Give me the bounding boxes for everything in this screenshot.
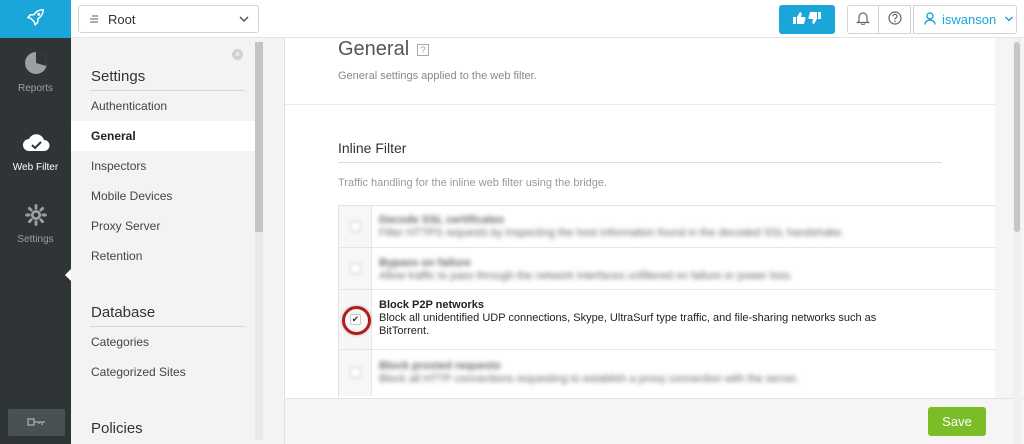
nav-section-title: Database (91, 304, 156, 321)
nav-item-authentication[interactable]: Authentication (71, 91, 255, 121)
top-bar: Root iswanson (71, 0, 1024, 38)
settings-card: General ? General settings applied to th… (285, 38, 995, 398)
options-table: Decode SSL certificates Filter HTTPS req… (338, 205, 995, 398)
option-description: Block all HTTP connections requesting to… (379, 373, 799, 385)
main-content: General ? General settings applied to th… (285, 38, 1024, 444)
nav-section-title: Settings (91, 68, 146, 85)
option-checkbox[interactable] (350, 367, 361, 378)
divider (285, 104, 995, 105)
option-row-bypass-on-failure: Bypass on failure Allow traffic to pass … (339, 248, 995, 290)
username: iswanson (942, 12, 997, 27)
highlight-circle (342, 306, 371, 335)
nav-scrollbar[interactable] (255, 42, 263, 440)
section-title: Inline Filter (338, 140, 407, 156)
close-icon[interactable]: × (232, 49, 243, 60)
footer-bar: Save (285, 398, 1024, 444)
nav-item-mobile-devices[interactable]: Mobile Devices (71, 181, 255, 211)
rail-item-web-filter[interactable]: Web Filter (0, 118, 72, 282)
option-description: Block all unidentified UDP connections, … (379, 312, 877, 337)
option-title: Decode SSL certificates (379, 214, 505, 226)
nav-item-general[interactable]: General (71, 121, 255, 151)
scrollbar-thumb[interactable] (1014, 42, 1020, 232)
chevron-down-icon (1004, 12, 1014, 27)
notifications-button[interactable] (847, 5, 879, 34)
gear-icon (24, 203, 47, 229)
option-title: Block P2P networks (379, 299, 484, 311)
pie-chart-icon (24, 51, 48, 78)
collapse-button[interactable] (8, 409, 65, 436)
page-subtitle: General settings applied to the web filt… (338, 70, 537, 82)
nav-item-proxy-server[interactable]: Proxy Server (71, 211, 255, 241)
rail-item-label: Reports (17, 82, 53, 94)
user-icon (924, 11, 936, 28)
nav-item-categorized-sites[interactable]: Categorized Sites (71, 357, 255, 387)
nav-item-categories[interactable]: Categories (71, 327, 255, 357)
app-logo[interactable] (0, 0, 71, 38)
help-button[interactable] (879, 5, 911, 34)
option-text: Block P2P networks Block all unidentifie… (379, 299, 899, 338)
hierarchy-icon (89, 12, 99, 27)
option-row-block-proxied: Block proxied requests Block all HTTP co… (339, 350, 995, 396)
save-button[interactable]: Save (928, 407, 986, 436)
option-checkbox[interactable] (350, 221, 361, 232)
option-title: Bypass on failure (379, 257, 471, 269)
rail-item-label: Settings (17, 233, 54, 245)
option-checkbox[interactable] (350, 263, 361, 274)
chevron-down-icon (238, 13, 250, 28)
main-scrollbar[interactable] (1013, 38, 1021, 444)
section-subtitle: Traffic handling for the inline web filt… (338, 177, 608, 189)
user-menu[interactable]: iswanson (913, 5, 1017, 34)
scrollbar-thumb[interactable] (255, 42, 263, 232)
cloud-check-icon (22, 132, 50, 157)
option-row-block-p2p: ✔ Block P2P networks Block all unidentif… (339, 290, 995, 350)
rail-item-label: Web Filter (12, 161, 59, 173)
option-title: Block proxied requests (379, 360, 501, 372)
feedback-button[interactable] (779, 5, 835, 34)
settings-nav: × Settings Authentication General Inspec… (71, 38, 285, 444)
option-text: Bypass on failure Allow traffic to pass … (379, 257, 793, 283)
option-description: Allow traffic to pass through the networ… (379, 270, 793, 282)
divider (338, 162, 942, 163)
page-title-text: General (338, 38, 410, 60)
rail-item-settings[interactable]: Settings (0, 190, 71, 258)
nav-item-inspectors[interactable]: Inspectors (71, 151, 255, 181)
bell-icon (856, 11, 870, 28)
thumbs-up-down-icon (792, 11, 822, 28)
question-circle-icon (887, 11, 902, 28)
option-description: Filter HTTPS requests by inspecting the … (379, 227, 844, 239)
root-selector[interactable]: Root (78, 5, 259, 33)
page-title: General ? (338, 38, 430, 61)
help-icon[interactable]: ? (417, 43, 430, 56)
nav-section-title: Policies (91, 420, 143, 437)
rail-item-reports[interactable]: Reports (0, 38, 71, 106)
option-text: Decode SSL certificates Filter HTTPS req… (379, 214, 844, 240)
rocket-icon (25, 7, 47, 32)
root-selector-value: Root (108, 11, 136, 27)
app-rail: Reports Web Filter Settings (0, 0, 72, 444)
nav-item-retention[interactable]: Retention (71, 241, 255, 271)
option-text: Block proxied requests Block all HTTP co… (379, 360, 799, 386)
option-row-decode-ssl: Decode SSL certificates Filter HTTPS req… (339, 206, 995, 248)
key-icon (26, 416, 47, 430)
